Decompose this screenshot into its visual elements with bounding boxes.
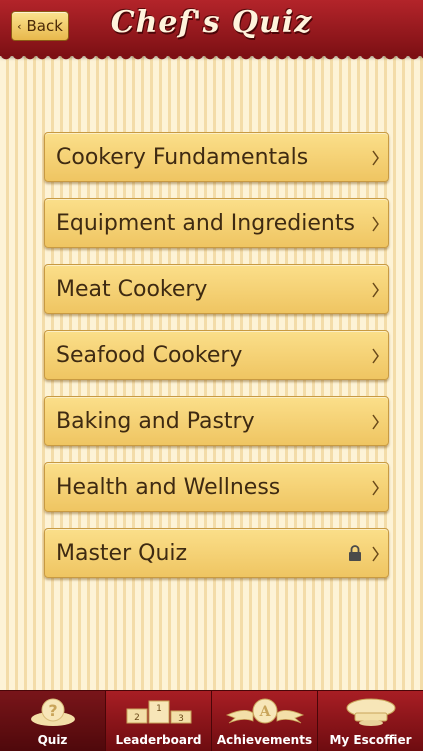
menu-item-label: Equipment and Ingredients — [56, 210, 355, 236]
quiz-category-list: Cookery Fundamentals Equipment and Ingre… — [44, 132, 389, 594]
menu-item-meat-cookery[interactable]: Meat Cookery — [44, 264, 389, 314]
chef-hat-icon — [346, 698, 395, 726]
tab-quiz[interactable]: ? Quiz — [0, 691, 106, 751]
header-bar: ‹ Back Chef's Quiz — [0, 0, 423, 56]
header-scallop-edge — [0, 54, 423, 62]
menu-item-label: Cookery Fundamentals — [56, 144, 309, 170]
menu-item-cookery-fundamentals[interactable]: Cookery Fundamentals — [44, 132, 389, 182]
chevron-right-icon — [372, 282, 379, 298]
podium-icon: 2 1 3 — [126, 700, 191, 724]
chevron-right-icon — [372, 348, 379, 364]
svg-text:2: 2 — [134, 713, 140, 723]
question-icon: ? — [30, 698, 75, 726]
menu-item-master-quiz[interactable]: Master Quiz — [44, 528, 389, 578]
tab-my-escoffier[interactable]: My Escoffier — [318, 691, 423, 751]
chevron-right-icon — [372, 480, 379, 496]
tab-achievements-label: Achievements — [216, 733, 313, 747]
tab-leaderboard-label: Leaderboard — [115, 733, 202, 747]
menu-item-health-and-wellness[interactable]: Health and Wellness — [44, 462, 389, 512]
svg-text:?: ? — [48, 701, 57, 720]
menu-item-baking-and-pastry[interactable]: Baking and Pastry — [44, 396, 389, 446]
tab-bar: ? Quiz 2 1 3 Leaderboard A Achievements … — [0, 690, 423, 751]
award-icon: A — [225, 698, 304, 724]
chevron-right-icon — [372, 216, 379, 232]
svg-text:1: 1 — [156, 704, 162, 714]
menu-item-label: Seafood Cookery — [56, 342, 243, 368]
menu-item-seafood-cookery[interactable]: Seafood Cookery — [44, 330, 389, 380]
menu-item-label: Master Quiz — [56, 540, 188, 566]
tab-achievements[interactable]: A Achievements — [212, 691, 318, 751]
tab-my-escoffier-label: My Escoffier — [329, 733, 412, 747]
lock-icon — [349, 545, 361, 561]
menu-item-label: Health and Wellness — [56, 474, 281, 500]
chevron-right-icon — [372, 414, 379, 430]
menu-item-equipment-and-ingredients[interactable]: Equipment and Ingredients — [44, 198, 389, 248]
menu-item-label: Meat Cookery — [56, 276, 208, 302]
svg-text:A: A — [258, 704, 271, 720]
menu-item-label: Baking and Pastry — [56, 408, 255, 434]
app-logo: Chef's Quiz — [110, 5, 313, 40]
chevron-right-icon — [372, 546, 379, 562]
tab-quiz-label: Quiz — [37, 733, 68, 747]
tab-leaderboard[interactable]: 2 1 3 Leaderboard — [106, 691, 212, 751]
svg-text:3: 3 — [178, 714, 184, 724]
chevron-right-icon — [372, 150, 379, 166]
